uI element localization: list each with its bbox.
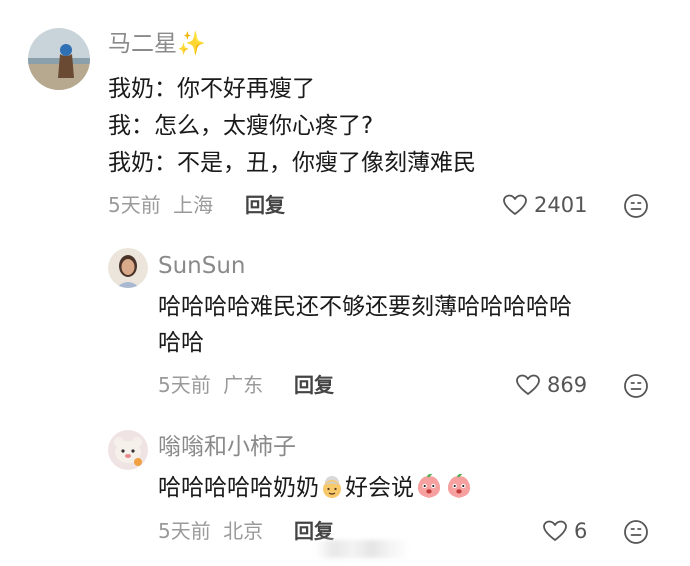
location: 上海 (173, 193, 214, 217)
comment-meta: 5天前 北京 (158, 517, 263, 545)
like-count: 2401 (534, 193, 588, 217)
smiley-face-icon[interactable] (623, 519, 649, 545)
comment-meta: 5天前 上海 (108, 191, 213, 219)
username[interactable]: 马二星✨ (108, 29, 206, 59)
comment-line: 哈哈哈哈难民还不够还要刻薄哈哈哈哈哈 (158, 294, 572, 320)
heart-outline-icon (543, 520, 567, 541)
peach-face-emoji (447, 473, 471, 498)
heart-outline-icon (503, 194, 527, 215)
username[interactable]: 嗡嗡和小柿子 (158, 432, 296, 462)
smiley-face-icon[interactable] (623, 193, 649, 219)
timestamp: 5天前 (158, 373, 211, 397)
reply-button[interactable]: 回复 (245, 191, 285, 219)
username[interactable]: SunSun (158, 251, 246, 281)
like-button[interactable]: 6 (542, 517, 587, 545)
like-count: 6 (574, 519, 588, 543)
location: 北京 (223, 519, 264, 543)
grandma-emoji (323, 476, 341, 498)
comment-line: 哈哈哈哈哈奶奶 好会说 (158, 471, 474, 506)
blur-overlay (315, 540, 410, 558)
location: 广东 (223, 373, 264, 397)
smiley-face-icon[interactable] (623, 373, 649, 399)
comment-line: 哈哈 (158, 330, 204, 356)
avatar[interactable] (108, 430, 148, 470)
peach-face-emoji (417, 473, 441, 498)
sparkles-emoji: ✨ (177, 31, 206, 57)
like-count: 869 (547, 373, 588, 397)
like-button[interactable]: 869 (515, 371, 587, 399)
like-button[interactable]: 2401 (502, 191, 587, 219)
avatar[interactable] (108, 248, 148, 288)
timestamp: 5天前 (108, 193, 161, 217)
comment-meta: 5天前 广东 (158, 371, 263, 399)
reply-button[interactable]: 回复 (294, 371, 334, 399)
timestamp: 5天前 (158, 519, 211, 543)
comment-line: 我：怎么，太瘦你心疼了? (108, 113, 374, 139)
avatar[interactable] (28, 28, 90, 90)
comment-line: 我奶：你不好再瘦了 (108, 76, 315, 102)
comment-line: 我奶：不是，丑，你瘦了像刻薄难民 (108, 150, 476, 176)
heart-outline-icon (516, 374, 540, 395)
